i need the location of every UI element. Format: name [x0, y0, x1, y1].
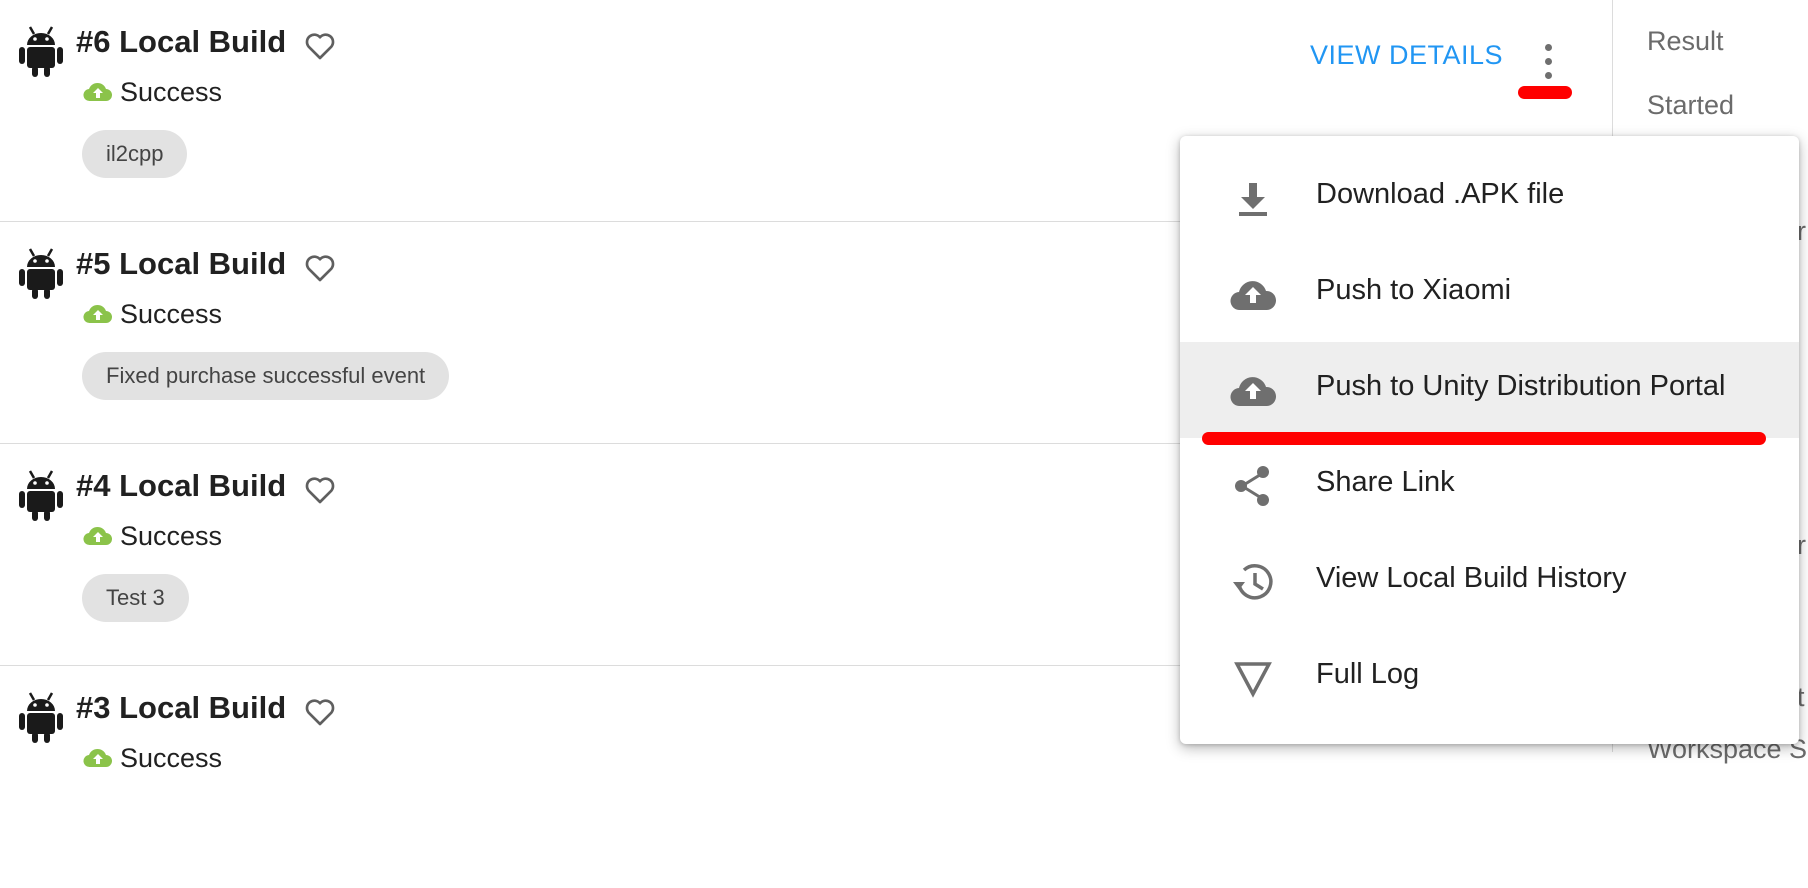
build-title[interactable]: #4 Local Build	[76, 468, 286, 504]
favorite-heart-icon[interactable]	[304, 31, 336, 61]
triangle-down-icon	[1234, 662, 1272, 698]
build-status: Success	[120, 521, 223, 551]
build-tag-chip: Test 3	[82, 574, 189, 622]
menu-item-download-apk[interactable]: Download .APK file	[1180, 150, 1799, 246]
share-icon	[1235, 466, 1269, 506]
android-icon	[19, 470, 63, 521]
menu-item-label: Share Link	[1316, 466, 1455, 498]
menu-item-label: Push to Xiaomi	[1316, 274, 1512, 306]
menu-item-full-log[interactable]: Full Log	[1180, 630, 1799, 726]
build-title[interactable]: #3 Local Build	[76, 690, 286, 726]
menu-item-label: Download .APK file	[1316, 178, 1565, 210]
build-title[interactable]: #5 Local Build	[76, 246, 286, 282]
menu-item-label: Push to Unity Distribution Portal	[1316, 370, 1726, 402]
favorite-heart-icon[interactable]	[304, 253, 336, 283]
menu-item-view-local-build-history[interactable]: View Local Build History	[1180, 534, 1799, 630]
favorite-heart-icon[interactable]	[304, 697, 336, 727]
build-tag-chip: il2cpp	[82, 130, 188, 178]
build-status: Success	[120, 299, 223, 329]
android-icon	[19, 692, 63, 743]
android-icon	[19, 26, 63, 77]
menu-item-label: Full Log	[1316, 658, 1420, 690]
build-status: Success	[120, 743, 223, 773]
red-annotation-underline	[1518, 86, 1572, 99]
build-tag-chip: Fixed purchase successful event	[82, 352, 450, 400]
started-label: Started	[1647, 90, 1735, 120]
favorite-heart-icon[interactable]	[304, 475, 336, 505]
menu-item-share-link[interactable]: Share Link	[1180, 438, 1799, 534]
result-label: Result	[1647, 26, 1724, 56]
android-icon	[19, 248, 63, 299]
download-icon	[1239, 183, 1267, 216]
more-options-kebab-icon[interactable]	[1532, 38, 1564, 84]
menu-item-label: View Local Build History	[1316, 562, 1627, 594]
cloud-upload-icon	[1230, 377, 1277, 407]
build-status: Success	[120, 77, 223, 107]
history-icon	[1233, 564, 1273, 600]
cloud-upload-icon	[1230, 281, 1277, 311]
view-details-button[interactable]: VIEW DETAILS	[1310, 40, 1503, 71]
cloud-upload-success-icon	[83, 748, 112, 768]
menu-item-push-xiaomi[interactable]: Push to Xiaomi	[1180, 246, 1799, 342]
cloud-upload-success-icon	[83, 526, 112, 546]
menu-item-push-unity-distribution-portal[interactable]: Push to Unity Distribution Portal	[1180, 342, 1799, 438]
red-annotation-underline	[1202, 432, 1766, 445]
cloud-upload-success-icon	[83, 82, 112, 102]
build-title[interactable]: #6 Local Build	[76, 24, 286, 60]
cloud-upload-success-icon	[83, 304, 112, 324]
